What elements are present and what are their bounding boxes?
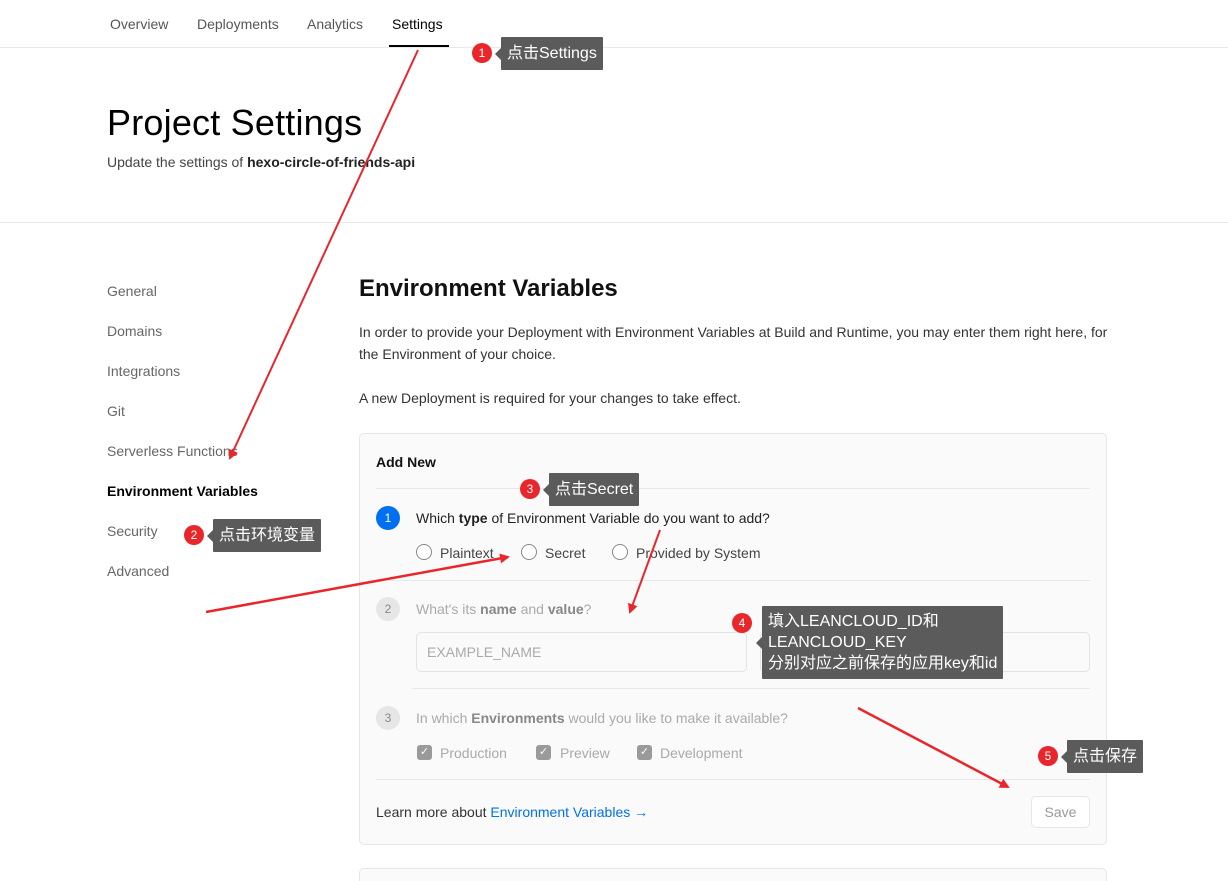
checkbox-preview[interactable]: ✓: [536, 745, 551, 760]
tab-analytics[interactable]: Analytics: [307, 16, 363, 32]
card-title: Add New: [376, 454, 436, 470]
sidebar-item-integrations[interactable]: Integrations: [107, 363, 180, 379]
step-2-bold-value: value: [547, 601, 584, 617]
radio-secret[interactable]: [521, 544, 537, 560]
step-2-question: What's its name and value?: [416, 601, 591, 617]
divider: [412, 688, 1090, 689]
checkbox-preview-label[interactable]: Preview: [560, 745, 610, 761]
learn-more-prefix: Learn more about: [376, 804, 487, 820]
sidebar-item-security[interactable]: Security: [107, 523, 158, 539]
section-title: Environment Variables: [359, 275, 618, 302]
header-divider: [0, 222, 1228, 223]
step-1-text: Which: [416, 510, 455, 526]
sidebar-item-general[interactable]: General: [107, 283, 157, 299]
step-1-bold: type: [458, 510, 488, 526]
checkbox-production-label[interactable]: Production: [440, 745, 507, 761]
top-nav: Overview Deployments Analytics Settings: [0, 0, 1228, 48]
tab-deployments[interactable]: Deployments: [197, 16, 279, 32]
sidebar-item-serverless-functions[interactable]: Serverless Functions: [107, 443, 238, 459]
step-2-text: What's its: [416, 601, 477, 617]
save-button[interactable]: Save: [1031, 796, 1090, 828]
annotation-4-line-1: 填入LEANCLOUD_ID和: [768, 613, 939, 630]
active-tab-indicator: [389, 45, 449, 47]
divider: [376, 488, 1090, 489]
checkbox-development-label[interactable]: Development: [660, 745, 743, 761]
step-1-number: 1: [376, 506, 400, 530]
section-description: In order to provide your Deployment with…: [359, 324, 1108, 362]
learn-more-text: Learn more about Environment Variables →: [376, 804, 648, 820]
annotation-1-badge: 1: [472, 43, 492, 63]
annotation-1-tip: 点击Settings: [495, 37, 603, 70]
step-3-text-end: would you like to make it available?: [568, 710, 788, 726]
divider: [376, 580, 1090, 581]
page-title: Project Settings: [107, 102, 363, 143]
checkbox-production[interactable]: ✓: [417, 745, 432, 760]
step-1-text-end: of Environment Variable do you want to a…: [491, 510, 770, 526]
step-2-bold-name: name: [480, 601, 517, 617]
tab-settings[interactable]: Settings: [392, 16, 443, 32]
annotation-2-badge: 2: [184, 525, 204, 545]
step-1-question: Which type of Environment Variable do yo…: [416, 510, 770, 526]
checkbox-development[interactable]: ✓: [637, 745, 652, 760]
annotation-4-tip: 填入LEANCLOUD_ID和 LEANCLOUD_KEY 分别对应之前保存的应…: [755, 606, 1004, 679]
sidebar-item-environment-variables[interactable]: Environment Variables: [107, 483, 258, 499]
annotation-3-badge: 3: [520, 479, 540, 499]
step-2-number: 2: [376, 597, 400, 621]
annotation-4-line-2: LEANCLOUD_KEY: [768, 634, 907, 651]
name-input[interactable]: EXAMPLE_NAME: [416, 632, 747, 672]
annotation-3-tip: 点击Secret: [542, 473, 640, 506]
step-2-text-end: ?: [583, 601, 592, 617]
radio-provided-by-system-label[interactable]: Provided by System: [636, 545, 761, 561]
radio-plaintext[interactable]: [416, 544, 432, 560]
next-card-edge: [359, 868, 1107, 881]
annotation-4-badge: 4: [732, 613, 752, 633]
radio-plaintext-label[interactable]: Plaintext: [440, 545, 494, 561]
divider: [376, 779, 1090, 780]
annotation-5-badge: 5: [1038, 746, 1058, 766]
project-name: hexo-circle-of-friends-api: [247, 154, 416, 170]
environment-variables-docs-link[interactable]: Environment Variables →: [490, 804, 648, 820]
annotation-4-line-3: 分别对应之前保存的应用key和id: [768, 655, 998, 672]
step-3-number: 3: [376, 706, 400, 730]
step-3-text: In which: [416, 710, 468, 726]
radio-secret-label[interactable]: Secret: [545, 545, 585, 561]
radio-provided-by-system[interactable]: [612, 544, 628, 560]
tab-overview[interactable]: Overview: [110, 16, 168, 32]
step-3-bold: Environments: [471, 710, 565, 726]
annotation-5-tip: 点击保存: [1060, 740, 1144, 773]
deployment-note: A new Deployment is required for your ch…: [359, 390, 741, 406]
annotation-2-tip: 点击环境变量: [206, 519, 322, 552]
page-subtitle: Update the settings of hexo-circle-of-fr…: [107, 154, 415, 170]
step-3-question: In which Environments would you like to …: [416, 710, 788, 726]
sidebar-item-domains[interactable]: Domains: [107, 323, 162, 339]
subtitle-prefix: Update the settings of: [107, 154, 244, 170]
sidebar-item-advanced[interactable]: Advanced: [107, 563, 169, 579]
step-2-text-mid: and: [520, 601, 544, 617]
sidebar-item-git[interactable]: Git: [107, 403, 125, 419]
